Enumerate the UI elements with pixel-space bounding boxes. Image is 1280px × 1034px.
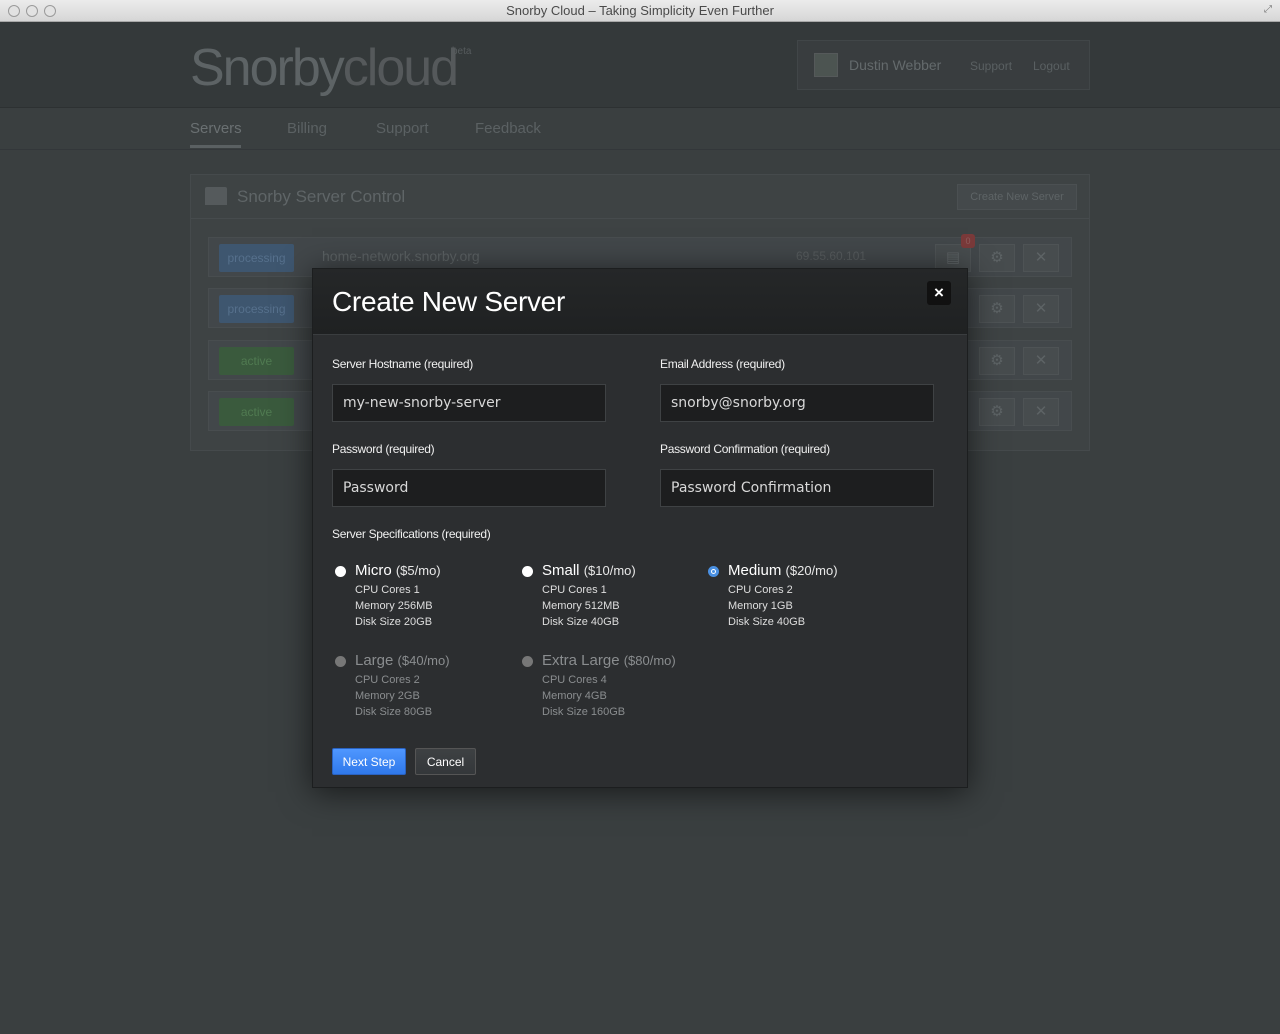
logo[interactable]: Snorbycloud	[190, 38, 459, 98]
plan-disk: Disk Size 20GB	[355, 616, 433, 628]
nav-feedback[interactable]: Feedback	[475, 120, 541, 137]
plan-name: Micro	[355, 562, 392, 579]
create-server-modal: Create New Server × Server Hostname (req…	[312, 268, 968, 788]
plan-cpu: CPU Cores 2	[728, 584, 793, 596]
create-new-server-button[interactable]: Create New Server	[957, 184, 1077, 210]
modal-title: Create New Server	[332, 286, 565, 317]
panel-title: Snorby Server Control	[237, 187, 406, 206]
plan-disk: Disk Size 40GB	[728, 616, 806, 628]
server-ip: 69.55.60.101	[796, 249, 867, 263]
plan-price: ($10/mo)	[583, 563, 636, 578]
status-badge: processing	[219, 295, 294, 323]
password-label: Password (required)	[332, 442, 435, 456]
plan-disk: Disk Size 80GB	[355, 706, 433, 718]
logout-link[interactable]: Logout	[1033, 59, 1070, 73]
plan-name: Large	[355, 652, 394, 669]
hostname-input[interactable]	[332, 384, 606, 422]
status-badge: active	[219, 347, 294, 375]
close-icon[interactable]: ×	[927, 281, 951, 305]
plan-disk: Disk Size 160GB	[542, 706, 626, 718]
event-count-badge: 0	[961, 234, 975, 248]
email-label: Email Address (required)	[660, 357, 785, 371]
modal-header: Create New Server ×	[313, 269, 967, 335]
plan-memory: Memory 4GB	[542, 690, 607, 702]
nav-active-indicator	[190, 145, 241, 148]
plan-micro[interactable]: Micro ($5/mo) CPU Cores 1 Memory 256MB D…	[332, 562, 512, 632]
user-name[interactable]: Dustin Webber	[849, 57, 941, 73]
fullscreen-icon[interactable]: ⤢	[1264, 4, 1272, 15]
plan-price: ($80/mo)	[623, 653, 676, 668]
server-icon	[205, 187, 227, 205]
server-hostname[interactable]: home-network.snorby.org	[322, 248, 480, 264]
plan-price: ($40/mo)	[397, 653, 450, 668]
plan-price: ($5/mo)	[395, 563, 441, 578]
plan-memory: Memory 512MB	[542, 600, 620, 612]
gear-icon[interactable]: ⚙	[979, 244, 1015, 272]
nav-support[interactable]: Support	[376, 120, 429, 137]
radio-medium-selected[interactable]	[708, 566, 719, 577]
plan-memory: Memory 2GB	[355, 690, 420, 702]
window-title: Snorby Cloud – Taking Simplicity Even Fu…	[506, 3, 774, 18]
status-badge: processing	[219, 244, 294, 272]
plan-small[interactable]: Small ($10/mo) CPU Cores 1 Memory 512MB …	[519, 562, 699, 632]
plan-name: Small	[542, 562, 580, 579]
gear-icon[interactable]: ⚙	[979, 295, 1015, 323]
close-icon[interactable]: ✕	[1023, 244, 1059, 272]
specs-label: Server Specifications (required)	[332, 527, 491, 541]
gear-icon[interactable]: ⚙	[979, 347, 1015, 375]
plan-memory: Memory 256MB	[355, 600, 433, 612]
avatar[interactable]	[814, 53, 838, 77]
plan-memory: Memory 1GB	[728, 600, 793, 612]
plan-large: Large ($40/mo) CPU Cores 2 Memory 2GB Di…	[332, 652, 512, 722]
nav-billing[interactable]: Billing	[287, 120, 327, 137]
plan-cpu: CPU Cores 1	[355, 584, 420, 596]
nav-servers[interactable]: Servers	[190, 120, 242, 137]
plan-name: Extra Large	[542, 652, 620, 669]
password-confirm-label: Password Confirmation (required)	[660, 442, 830, 456]
gear-icon[interactable]: ⚙	[979, 398, 1015, 426]
status-badge: active	[219, 398, 294, 426]
close-icon[interactable]: ✕	[1023, 347, 1059, 375]
email-input[interactable]	[660, 384, 934, 422]
plan-cpu: CPU Cores 2	[355, 674, 420, 686]
plan-cpu: CPU Cores 4	[542, 674, 607, 686]
close-icon[interactable]: ✕	[1023, 295, 1059, 323]
plan-extra-large: Extra Large ($80/mo) CPU Cores 4 Memory …	[519, 652, 699, 722]
plan-cpu: CPU Cores 1	[542, 584, 607, 596]
plan-medium[interactable]: Medium ($20/mo) CPU Cores 2 Memory 1GB D…	[705, 562, 885, 632]
cancel-button[interactable]: Cancel	[415, 748, 476, 775]
radio-extra-large	[522, 656, 533, 667]
beta-badge: beta	[452, 46, 472, 57]
radio-large	[335, 656, 346, 667]
panel-header: Snorby Server Control Create New Server	[191, 175, 1089, 219]
password-confirm-input[interactable]	[660, 469, 934, 507]
plan-name: Medium	[728, 562, 782, 579]
hostname-label: Server Hostname (required)	[332, 357, 473, 371]
radio-small[interactable]	[522, 566, 533, 577]
password-input[interactable]	[332, 469, 606, 507]
support-link[interactable]: Support	[970, 59, 1012, 73]
radio-micro[interactable]	[335, 566, 346, 577]
plan-price: ($20/mo)	[785, 563, 838, 578]
window-titlebar: Snorby Cloud – Taking Simplicity Even Fu…	[0, 0, 1280, 22]
next-step-button[interactable]: Next Step	[332, 748, 406, 775]
user-box: Dustin Webber Support Logout	[797, 40, 1090, 90]
plan-disk: Disk Size 40GB	[542, 616, 620, 628]
close-icon[interactable]: ✕	[1023, 398, 1059, 426]
